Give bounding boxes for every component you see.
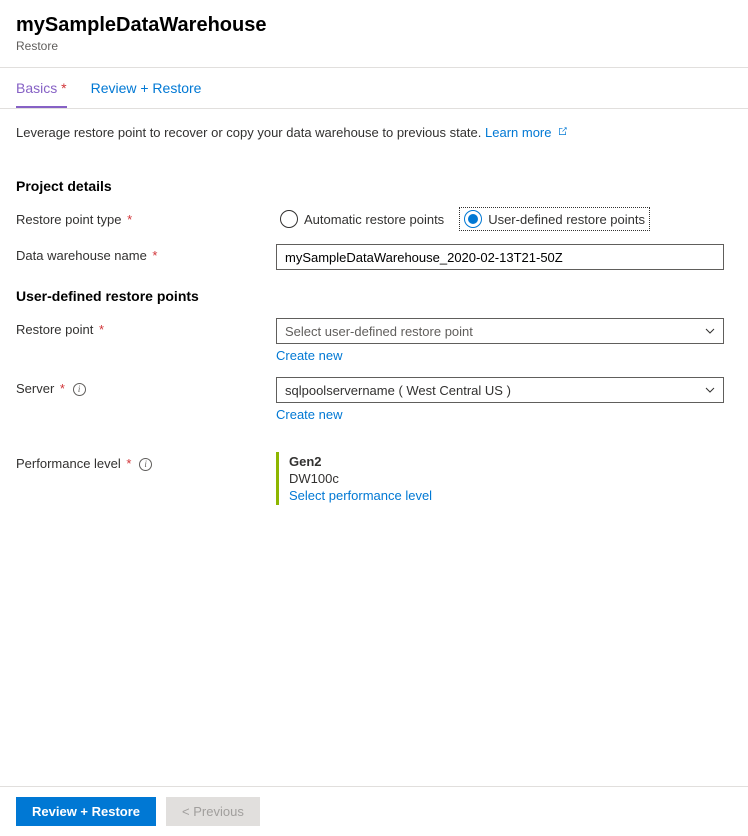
- external-link-icon: [557, 126, 568, 140]
- radio-user-defined-label: User-defined restore points: [488, 212, 645, 227]
- server-select[interactable]: sqlpoolservername ( West Central US ): [276, 377, 724, 403]
- footer-bar: Review + Restore Previous: [0, 786, 748, 836]
- info-icon[interactable]: i: [73, 383, 86, 396]
- required-asterisk: *: [95, 322, 104, 337]
- label-performance-level: Performance level * i: [16, 452, 276, 472]
- required-asterisk: *: [57, 80, 66, 96]
- tab-basics-label: Basics: [16, 80, 57, 96]
- tab-review-restore[interactable]: Review + Restore: [91, 80, 202, 108]
- radio-user-defined-restore-points[interactable]: User-defined restore points: [460, 208, 649, 230]
- restore-point-select[interactable]: Select user-defined restore point: [276, 318, 724, 344]
- info-icon[interactable]: i: [139, 458, 152, 471]
- server-create-new-link[interactable]: Create new: [276, 407, 342, 422]
- radio-icon: [280, 210, 298, 228]
- page-title: mySampleDataWarehouse: [16, 14, 732, 37]
- previous-button[interactable]: Previous: [166, 797, 260, 826]
- server-value: sqlpoolservername ( West Central US ): [285, 383, 511, 398]
- label-data-warehouse-name: Data warehouse name *: [16, 244, 276, 263]
- data-warehouse-name-input[interactable]: [276, 244, 724, 270]
- review-restore-button[interactable]: Review + Restore: [16, 797, 156, 826]
- required-asterisk: *: [149, 248, 158, 263]
- restore-point-create-new-link[interactable]: Create new: [276, 348, 342, 363]
- performance-level-box: Gen2 DW100c Select performance level: [276, 452, 724, 505]
- radio-automatic-label: Automatic restore points: [304, 212, 444, 227]
- tab-basics[interactable]: Basics *: [16, 80, 67, 108]
- performance-gen: Gen2: [289, 454, 724, 469]
- learn-more-link[interactable]: Learn more: [485, 125, 568, 140]
- performance-tier: DW100c: [289, 471, 724, 486]
- required-asterisk: *: [124, 212, 133, 227]
- chevron-down-icon: [705, 384, 715, 396]
- radio-automatic-restore-points[interactable]: Automatic restore points: [276, 208, 448, 230]
- required-asterisk: *: [123, 456, 132, 471]
- label-restore-point-type: Restore point type *: [16, 208, 276, 227]
- tabs-bar: Basics * Review + Restore: [0, 68, 748, 109]
- section-project-details: Project details: [16, 178, 732, 194]
- required-asterisk: *: [56, 381, 65, 396]
- section-user-defined-restore-points: User-defined restore points: [16, 288, 732, 304]
- radio-icon: [464, 210, 482, 228]
- chevron-down-icon: [705, 325, 715, 337]
- select-performance-level-link[interactable]: Select performance level: [289, 488, 432, 503]
- restore-point-type-radio-group: Automatic restore points User-defined re…: [276, 208, 724, 230]
- page-subtitle: Restore: [16, 39, 732, 53]
- description-body: Leverage restore point to recover or cop…: [16, 125, 481, 140]
- description-text: Leverage restore point to recover or cop…: [16, 121, 732, 160]
- restore-point-placeholder: Select user-defined restore point: [285, 324, 473, 339]
- label-server: Server * i: [16, 377, 276, 397]
- label-restore-point: Restore point *: [16, 318, 276, 337]
